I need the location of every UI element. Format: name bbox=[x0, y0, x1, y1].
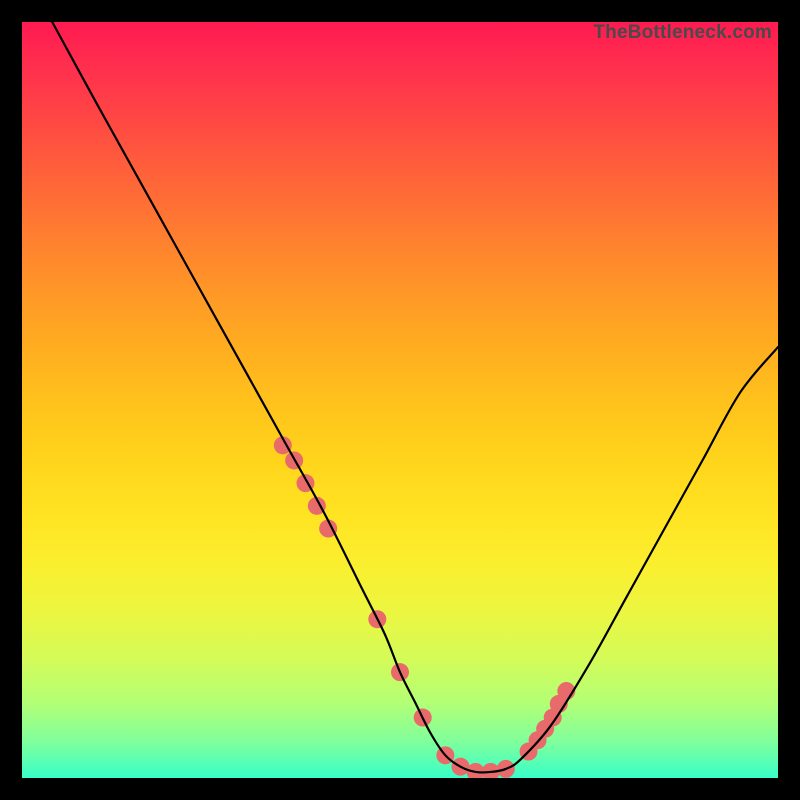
marker-dots-group bbox=[274, 436, 576, 778]
plot-area: TheBottleneck.com bbox=[22, 22, 778, 778]
chart-frame: TheBottleneck.com bbox=[0, 0, 800, 800]
bottleneck-curve-path bbox=[52, 22, 778, 772]
curve-layer bbox=[22, 22, 778, 778]
